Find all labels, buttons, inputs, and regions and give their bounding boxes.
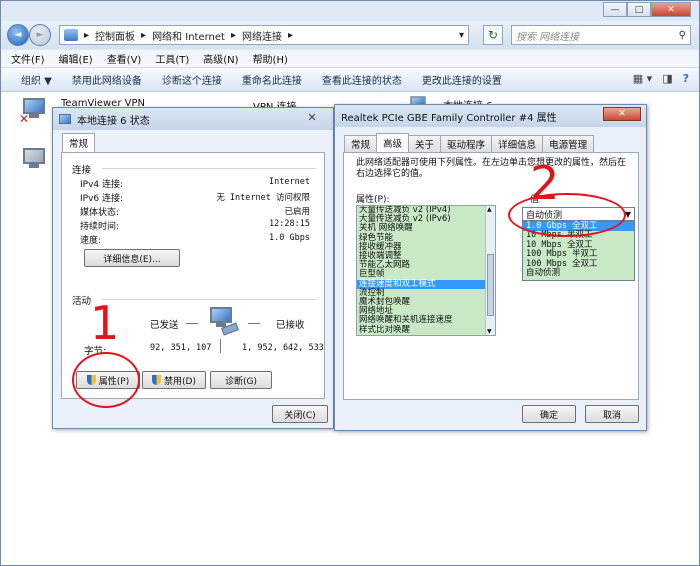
menu-tools[interactable]: 工具(T) [155,51,189,66]
tab-details[interactable]: 详细信息 [491,135,544,152]
received-label: 已接收 [276,320,305,331]
back-button[interactable]: ◄ [7,24,29,46]
props-dialog-titlebar: Realtek PCIe GBE Family Controller #4 属性 [335,105,646,127]
tab-general[interactable]: 常规 [344,135,378,152]
status-dialog-close-button[interactable]: ✕ [293,110,331,124]
organize-button[interactable]: 组织 ▼ [21,72,52,87]
status-tabs: 常规 [62,133,96,152]
tab-driver[interactable]: 驱动程序 [440,135,493,152]
status-row-media: 媒体状态: 已启用 [80,207,310,218]
tab-power-management[interactable]: 电源管理 [542,135,595,152]
advanced-description: 此网络适配器可使用下列属性。在左边单击您想更改的属性，然后在右边选择它的值。 [356,158,627,179]
menu-edit[interactable]: 编辑(E) [59,51,93,66]
control-panel-icon [64,29,78,41]
status-dialog-title: 本地连接 6 状态 [77,115,150,127]
command-bar: 组织 ▼ 禁用此网络设备 诊断这个连接 重命名此连接 查看此连接的状态 更改此连… [1,68,699,92]
bytes-sent-value: 92, 351, 107 [150,343,212,353]
diagnose-connection-button[interactable]: 诊断这个连接 [162,72,222,87]
connection-item-other[interactable] [21,148,47,170]
props-dialog-close-button[interactable]: ✕ [603,107,641,121]
breadcrumb-item[interactable]: 网络连接 [242,28,282,43]
props-dialog-title: Realtek PCIe GBE Family Controller #4 属性 [341,112,557,124]
disconnected-x-icon: ✕ [19,112,30,126]
value-option[interactable]: 自动侦测 [523,268,634,278]
view-controls: ▦ ▾ ◨ ? [633,72,689,85]
scroll-up-icon[interactable]: ▲ [487,206,492,213]
details-button[interactable]: 详细信息(E)... [84,249,180,267]
refresh-icon: ↻ [487,28,499,42]
status-close-button[interactable]: 关闭(C) [272,405,328,423]
tab-advanced[interactable]: 高级 [376,133,410,152]
change-settings-button[interactable]: 更改此连接的设置 [422,72,502,87]
property-list: 大量传送减负 v2 (IPv4) 大量传送减负 v2 (IPv6) 关机 网络唤… [357,206,495,335]
network-adapter-icon [21,148,47,170]
scroll-thumb[interactable] [487,254,494,316]
connection-section-label: 连接 [72,165,92,176]
uac-shield-icon [152,375,162,385]
annotation-number-2: 2 [530,156,560,210]
diagnose-button[interactable]: 诊断(G) [210,371,272,389]
breadcrumb-item[interactable]: 网络和 Internet [152,28,225,43]
back-arrow-icon: ◄ [14,30,22,40]
close-window-button[interactable]: ✕ [651,2,691,17]
breadcrumb-sep-icon: ▸ [84,29,90,41]
change-view-icon[interactable]: ▦ ▾ [633,72,652,85]
breadcrumb-sep-icon: ▸ [141,29,147,41]
status-row-ipv6: IPv6 连接: 无 Internet 访问权限 [80,193,310,204]
ok-button[interactable]: 确定 [522,405,576,423]
scroll-down-icon[interactable]: ▼ [487,328,492,335]
network-activity-icon [208,307,239,337]
bytes-received-value: 1, 952, 642, 533 [242,343,324,353]
property-label: 属性(P): [356,195,390,205]
tab-about[interactable]: 关于 [408,135,442,152]
status-row-ipv4: IPv4 连接: Internet [80,177,310,190]
breadcrumb-sep-icon: ▸ [230,29,236,41]
disable-device-button[interactable]: 禁用此网络设备 [72,72,142,87]
breadcrumb-sep-icon: ▸ [287,29,294,41]
menu-bar: 文件(F) 编辑(E) 查看(V) 工具(T) 高级(N) 帮助(H) [1,50,699,68]
annotation-number-1: 1 [90,296,120,350]
preview-pane-icon[interactable]: ◨ [662,72,672,85]
tab-general[interactable]: 常规 [62,133,96,152]
help-icon[interactable]: ? [683,72,689,85]
minimize-button[interactable]: — [603,2,627,17]
window-caption-buttons: — □ ✕ [603,2,691,17]
adapter-properties-dialog: Realtek PCIe GBE Family Controller #4 属性… [334,104,647,431]
annotation-circle-1 [72,352,140,408]
address-dropdown-icon[interactable]: ▾ [459,30,464,41]
view-status-button[interactable]: 查看此连接的状态 [322,72,402,87]
status-dialog-titlebar: 本地连接 6 状态 [53,108,333,130]
address-bar-row: ◄ ► ▸ 控制面板 ▸ 网络和 Internet ▸ 网络连接 ▸ ▾ ↻ 搜… [1,21,699,49]
props-tabs: 常规 高级 关于 驱动程序 详细信息 电源管理 [344,133,595,152]
search-placeholder: 搜索 网络连接 [516,31,580,43]
search-input[interactable]: 搜索 网络连接 ⚲ [511,25,691,45]
cancel-button[interactable]: 取消 [585,405,639,423]
menu-advanced[interactable]: 高级(N) [203,51,238,66]
menu-help[interactable]: 帮助(H) [253,51,288,66]
advanced-panel: 此网络适配器可使用下列属性。在左边单击您想更改的属性，然后在右边选择它的值。 属… [343,152,639,400]
annotation-circle-2 [508,193,626,237]
property-listbox[interactable]: 大量传送减负 v2 (IPv4) 大量传送减负 v2 (IPv6) 关机 网络唤… [356,205,496,336]
breadcrumb-item[interactable]: 控制面板 [95,28,135,43]
property-scrollbar[interactable]: ▲ ▼ [485,206,495,335]
list-item[interactable]: 样式比对唤醒 [357,325,495,335]
activity-section-label: 活动 [72,296,92,307]
address-box[interactable]: ▸ 控制面板 ▸ 网络和 Internet ▸ 网络连接 ▸ ▾ [59,25,469,45]
network-icon [59,114,71,124]
status-row-duration: 持续时间: 12:28:15 [80,219,310,232]
network-adapter-icon: ✕ [19,98,47,126]
refresh-button[interactable]: ↻ [483,25,503,45]
forward-button[interactable]: ► [29,24,51,46]
search-icon: ⚲ [678,29,686,41]
disable-button[interactable]: 禁用(D) [142,371,206,389]
menu-file[interactable]: 文件(F) [11,51,45,66]
rename-connection-button[interactable]: 重命名此连接 [242,72,302,87]
status-row-speed: 速度: 1.0 Gbps [80,233,310,246]
menu-view[interactable]: 查看(V) [107,51,142,66]
forward-arrow-icon: ► [36,30,44,40]
sent-label: 已发送 [150,320,179,331]
maximize-button[interactable]: □ [627,2,651,17]
